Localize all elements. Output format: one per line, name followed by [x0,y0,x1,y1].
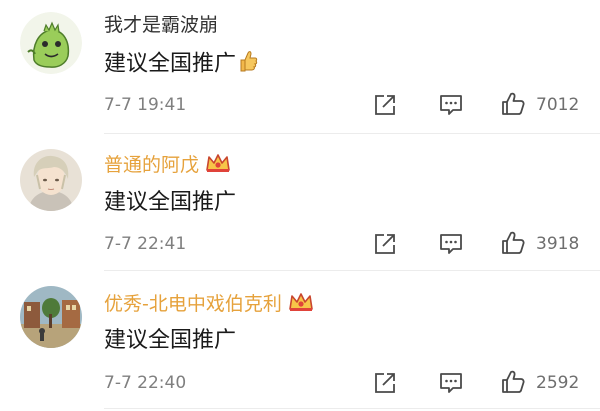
anime-boy-avatar-icon [20,149,82,211]
divider [104,133,600,134]
like-button[interactable] [500,369,526,395]
comment-time: 7-7 22:40 [104,373,187,393]
share-icon [375,95,395,115]
username[interactable]: 普通的阿戊 [104,152,231,179]
avatar[interactable] [20,12,82,74]
comment-item: 我才是霸波崩 建议全国推广 7-7 19:41 7012 [0,0,600,137]
avatar[interactable] [20,149,82,211]
comment-text: 建议全国推广 [104,49,258,80]
thumbs-up-icon [502,370,525,393]
crown-icon [205,152,231,179]
comment-text: 建议全国推广 [104,328,237,353]
divider [104,270,600,271]
comment-item: 优秀-北电中戏伯克利 建议全国推广 7-7 22:40 2592 [0,274,600,411]
like-button[interactable] [500,91,526,117]
username[interactable]: 优秀-北电中戏伯克利 [104,291,314,318]
like-count: 3918 [536,234,580,254]
comment-item: 普通的阿戊 建议全国推广 7-7 22:41 3918 [0,137,600,274]
reply-button[interactable] [439,233,463,255]
thumbs-up-icon [502,92,525,115]
share-icon [375,373,395,393]
like-button[interactable] [500,230,526,256]
username[interactable]: 我才是霸波崩 [104,14,218,36]
thumbs-up-emoji-icon [238,49,258,80]
comment-time: 7-7 22:41 [104,234,187,254]
comment-text: 建议全国推广 [104,190,237,215]
crown-icon [288,291,314,318]
repost-button[interactable] [373,232,397,256]
repost-button[interactable] [373,93,397,117]
comment-icon [440,373,462,393]
green-dinosaur-avatar-icon [20,12,82,74]
like-count: 7012 [536,95,580,115]
comment-icon [440,234,462,254]
divider [104,408,600,409]
like-count: 2592 [536,373,580,393]
street-scene-avatar-icon [20,286,82,348]
comment-icon [440,95,462,115]
comment-time: 7-7 19:41 [104,95,187,115]
repost-button[interactable] [373,371,397,395]
avatar[interactable] [20,286,82,348]
reply-button[interactable] [439,372,463,394]
reply-button[interactable] [439,94,463,116]
thumbs-up-icon [502,231,525,254]
share-icon [375,234,395,254]
